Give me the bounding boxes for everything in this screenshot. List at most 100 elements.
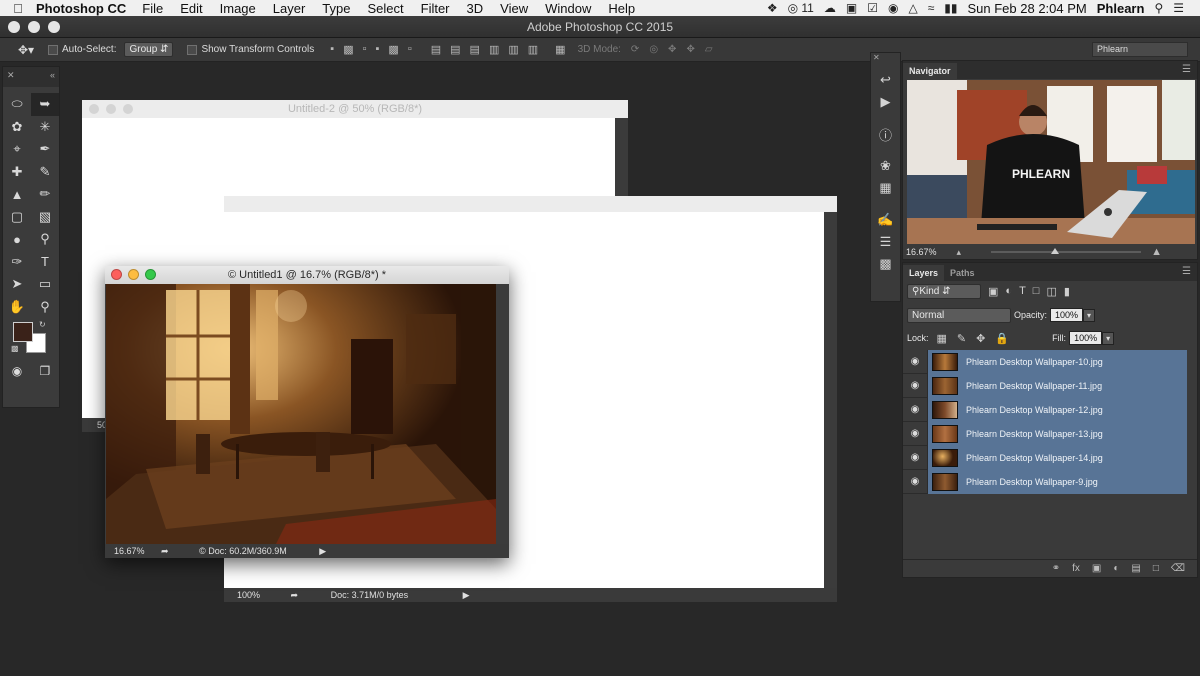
blur-tool-icon[interactable]: ● — [3, 228, 31, 251]
collapse-panel-icon[interactable]: « — [50, 70, 55, 80]
path-selection-tool-icon[interactable]: ➤ — [3, 273, 31, 296]
align-left-icon[interactable]: ▪ — [376, 43, 380, 56]
brush-presets-panel-icon[interactable]: ▩ — [871, 253, 900, 275]
menu-type[interactable]: Type — [322, 1, 350, 16]
swatches-panel-icon[interactable]: ❀ — [871, 155, 900, 177]
screen-icon[interactable]: ▣ — [846, 1, 857, 15]
eraser-tool-icon[interactable]: ▢ — [3, 206, 31, 229]
swap-colors-icon[interactable]: ↻ — [39, 320, 46, 329]
healing-brush-tool-icon[interactable]: ✚ — [3, 161, 31, 184]
dropbox-icon[interactable]: ❖ — [767, 1, 778, 15]
actions-panel-icon[interactable]: ▶ — [871, 91, 900, 113]
foreground-color-swatch[interactable] — [13, 322, 33, 342]
adjustments-panel-icon[interactable]: ✍ — [871, 209, 900, 231]
move-tool-preset-icon[interactable]: ✥▾ — [0, 43, 48, 57]
3d-rotate-icon[interactable]: ⟳ — [631, 44, 639, 55]
layer-row[interactable]: ◉ Phlearn Desktop Wallpaper-13.jpg — [903, 421, 1187, 446]
pen-tool-icon[interactable]: ✑ — [3, 251, 31, 274]
status-menu-icon[interactable]: ▶ — [463, 590, 470, 600]
menu-select[interactable]: Select — [367, 1, 403, 16]
properties-panel-icon[interactable]: ☰ — [871, 231, 900, 253]
zoom-level[interactable]: 16.67% — [114, 546, 145, 556]
lock-all-icon[interactable]: 🔒 — [995, 332, 1009, 345]
align-right-icon[interactable]: ▫ — [408, 43, 412, 56]
navigator-zoom-slider[interactable] — [991, 248, 1142, 254]
filter-adjustment-icon[interactable]: ◐ — [1005, 285, 1012, 297]
new-group-icon[interactable]: ▤ — [1131, 563, 1140, 574]
zoom-level[interactable]: 100% — [237, 590, 260, 600]
align-hcenter-icon[interactable]: ▩ — [388, 43, 398, 56]
opacity-slider-toggle[interactable]: ▾ — [1083, 308, 1096, 322]
3d-drag-icon[interactable]: ✥ — [668, 44, 676, 55]
zoom-out-icon[interactable]: ▴ — [957, 247, 962, 258]
close-dock-icon[interactable]: ✕ — [871, 53, 900, 63]
export-icon[interactable]: ➦ — [161, 546, 169, 556]
close-panel-icon[interactable]: ✕ — [7, 70, 15, 81]
distribute-top-icon[interactable]: ▤ — [431, 43, 441, 56]
menu-help[interactable]: Help — [608, 1, 635, 16]
default-colors-icon[interactable]: ▩ — [11, 344, 19, 353]
app-menu[interactable]: Photoshop CC — [36, 1, 126, 16]
transform-controls-checkbox[interactable]: Show Transform Controls — [187, 44, 314, 55]
dining-room-photo[interactable] — [106, 284, 496, 544]
opacity-input[interactable]: 100% — [1050, 308, 1084, 322]
filter-kind-dropdown[interactable]: ⚲Kind ⇵ — [907, 283, 981, 299]
rectangle-tool-icon[interactable]: ▭ — [31, 273, 59, 296]
creative-cloud-icon[interactable]: ◎ 11 — [788, 1, 814, 15]
brush-tool-icon[interactable]: ✎ — [31, 161, 59, 184]
3d-slide-icon[interactable]: ✥ — [686, 44, 694, 55]
align-bottom-icon[interactable]: ▫ — [363, 43, 367, 56]
distribute-bottom-icon[interactable]: ▤ — [470, 43, 480, 56]
menu-image[interactable]: Image — [220, 1, 256, 16]
panel-menu-icon[interactable]: ☰ — [1182, 64, 1191, 75]
notification-center-icon[interactable]: ☰ — [1173, 1, 1184, 15]
lock-transparency-icon[interactable]: ▦ — [937, 332, 947, 345]
distribute-right-icon[interactable]: ▥ — [528, 43, 538, 56]
history-brush-tool-icon[interactable]: ✏ — [31, 183, 59, 206]
filter-type-icon[interactable]: T — [1019, 285, 1026, 297]
filter-smart-object-icon[interactable]: ◫ — [1046, 285, 1056, 298]
3d-scale-icon[interactable]: ▱ — [705, 44, 713, 55]
align-vcenter-icon[interactable]: ▩ — [343, 43, 353, 56]
menu-view[interactable]: View — [500, 1, 528, 16]
layer-row[interactable]: ◉ Phlearn Desktop Wallpaper-12.jpg — [903, 397, 1187, 422]
magic-wand-tool-icon[interactable]: ✳ — [31, 116, 59, 139]
checkbox-app-icon[interactable]: ☑ — [867, 1, 878, 15]
airplay-icon[interactable]: △ — [908, 1, 917, 15]
document-title-bar[interactable]: © Untitled1 @ 16.7% (RGB/8*) * — [105, 266, 509, 284]
spotlight-icon[interactable]: ⚲ — [1154, 1, 1163, 15]
distribute-hcenter-icon[interactable]: ▥ — [508, 43, 518, 56]
styles-panel-icon[interactable]: ▦ — [871, 177, 900, 199]
close-window-button[interactable] — [8, 21, 20, 33]
type-tool-icon[interactable]: T — [31, 251, 59, 274]
menu-filter[interactable]: Filter — [421, 1, 450, 16]
panel-menu-icon[interactable]: ☰ — [1182, 266, 1191, 277]
distribute-vcenter-icon[interactable]: ▤ — [450, 43, 460, 56]
menu-edit[interactable]: Edit — [180, 1, 202, 16]
tab-layers[interactable]: Layers — [903, 265, 945, 281]
quick-mask-icon[interactable]: ◉ — [12, 364, 22, 378]
visibility-eye-icon[interactable]: ◉ — [903, 476, 927, 487]
blend-mode-dropdown[interactable]: Normal — [907, 307, 1011, 323]
battery-icon[interactable]: ▮▮ — [944, 1, 957, 15]
hand-tool-icon[interactable]: ✋ — [3, 296, 31, 319]
document-window-untitled-1[interactable]: © Untitled1 @ 16.7% (RGB/8*) * 16.67% ➦ … — [105, 266, 509, 558]
tab-paths[interactable]: Paths — [944, 265, 981, 281]
layer-style-fx-icon[interactable]: fx — [1072, 563, 1080, 574]
user-menu[interactable]: Phlearn — [1097, 1, 1145, 16]
close-doc-button[interactable] — [111, 269, 122, 280]
visibility-eye-icon[interactable]: ◉ — [903, 428, 927, 439]
clone-stamp-tool-icon[interactable]: ▲ — [3, 183, 31, 206]
tab-navigator[interactable]: Navigator — [903, 63, 957, 79]
zoom-tool-icon[interactable]: ⚲ — [31, 296, 59, 319]
distribute-left-icon[interactable]: ▥ — [489, 43, 499, 56]
filter-toggle-icon[interactable]: ▮ — [1064, 285, 1070, 298]
filter-shape-icon[interactable]: □ — [1033, 285, 1040, 297]
visibility-eye-icon[interactable]: ◉ — [903, 356, 927, 367]
vertical-scrollbar[interactable] — [496, 284, 509, 544]
layer-row[interactable]: ◉ Phlearn Desktop Wallpaper-14.jpg — [903, 445, 1187, 470]
zoom-doc-button[interactable] — [145, 269, 156, 280]
workspace-switcher[interactable]: Phlearn — [1092, 42, 1188, 57]
document-title-bar[interactable]: Untitled-2 @ 50% (RGB/8*) — [82, 100, 628, 118]
dodge-tool-icon[interactable]: ⚲ — [31, 228, 59, 251]
